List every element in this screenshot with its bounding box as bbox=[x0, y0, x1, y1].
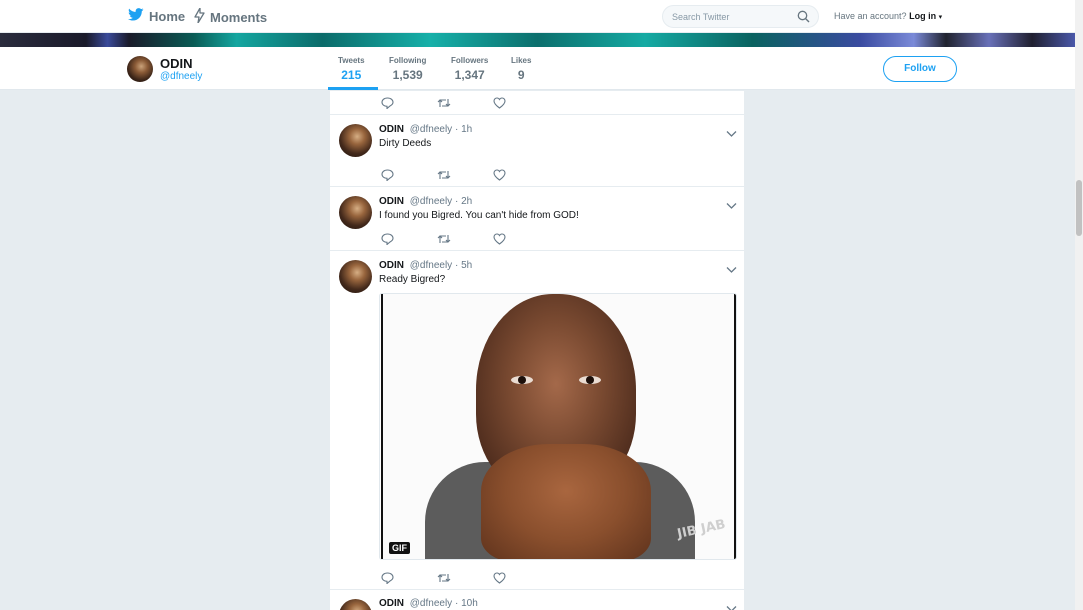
stat-label: Followers bbox=[451, 56, 489, 65]
tweet-timeline: ODIN @dfneely · 1h Dirty Deeds ODIN @dfn… bbox=[329, 91, 745, 610]
like-icon[interactable] bbox=[493, 232, 506, 250]
avatar[interactable] bbox=[339, 599, 372, 610]
login-label: Log in bbox=[909, 11, 937, 21]
gif-eye bbox=[511, 376, 533, 384]
reply-icon[interactable] bbox=[381, 96, 394, 114]
tweet-text: Dirty Deeds bbox=[379, 138, 432, 149]
stat-value: 215 bbox=[341, 68, 362, 82]
search-icon[interactable] bbox=[797, 10, 810, 25]
profile-handle[interactable]: @dfneely bbox=[160, 71, 202, 82]
stat-following[interactable]: Following 1,539 bbox=[389, 56, 426, 82]
tweet-actions bbox=[381, 232, 511, 246]
top-navigation: Home Moments Search Twitter Have an acco… bbox=[0, 0, 1075, 33]
tweet-author-handle[interactable]: @dfneely bbox=[410, 124, 452, 135]
stat-value: 9 bbox=[517, 68, 525, 82]
stat-value: 1,539 bbox=[392, 68, 423, 82]
nav-moments-label: Moments bbox=[210, 9, 268, 25]
stat-likes[interactable]: Likes 9 bbox=[511, 56, 531, 82]
tweet-author-handle[interactable]: @dfneely bbox=[410, 196, 452, 207]
stat-value: 1,347 bbox=[454, 68, 485, 82]
nav-home-label: Home bbox=[149, 8, 186, 24]
avatar[interactable] bbox=[339, 124, 372, 157]
retweet-icon[interactable] bbox=[437, 571, 451, 589]
tweet-author-handle[interactable]: @dfneely bbox=[410, 260, 452, 271]
search-placeholder: Search Twitter bbox=[672, 12, 730, 22]
nav-home[interactable]: Home bbox=[128, 8, 185, 24]
tweet-actions bbox=[381, 168, 511, 182]
retweet-icon[interactable] bbox=[437, 168, 451, 186]
chevron-down-icon[interactable] bbox=[726, 600, 737, 610]
profile-banner bbox=[0, 33, 1075, 47]
stat-label: Following bbox=[389, 56, 427, 65]
stat-tweets[interactable]: Tweets 215 bbox=[338, 56, 365, 82]
tweet-item[interactable]: ODIN @dfneely · 1h Dirty Deeds bbox=[330, 115, 744, 187]
retweet-icon[interactable] bbox=[437, 96, 451, 114]
profile-name[interactable]: ODIN bbox=[160, 56, 193, 71]
like-icon[interactable] bbox=[493, 571, 506, 589]
tweet-header: ODIN @dfneely · 1h bbox=[379, 124, 472, 135]
avatar[interactable] bbox=[339, 196, 372, 229]
tweet-actions bbox=[381, 571, 511, 585]
lightning-icon bbox=[194, 7, 205, 26]
login-link[interactable]: Log in ▾ bbox=[909, 11, 942, 21]
reply-icon[interactable] bbox=[381, 168, 394, 186]
tweet-item[interactable]: ODIN @dfneely · 10h bbox=[330, 590, 744, 610]
tweet-time[interactable]: · 5h bbox=[455, 260, 472, 271]
chevron-down-icon[interactable] bbox=[726, 125, 737, 143]
gif-media[interactable]: GIF JIB JAB bbox=[379, 293, 737, 560]
scrollbar[interactable] bbox=[1075, 0, 1083, 610]
tweet-time[interactable]: · 1h bbox=[455, 124, 472, 135]
gif-hands bbox=[481, 444, 651, 559]
account-prompt-text: Have an account? bbox=[834, 11, 907, 21]
avatar[interactable] bbox=[339, 260, 372, 293]
avatar[interactable] bbox=[127, 56, 153, 82]
chevron-down-icon[interactable] bbox=[726, 261, 737, 279]
like-icon[interactable] bbox=[493, 96, 506, 114]
retweet-icon[interactable] bbox=[437, 232, 451, 250]
search-input[interactable]: Search Twitter bbox=[662, 5, 819, 28]
gif-badge: GIF bbox=[389, 542, 410, 554]
tweet-author-name[interactable]: ODIN bbox=[379, 598, 404, 609]
gif-frame: GIF JIB JAB bbox=[381, 294, 736, 559]
tweet-item[interactable] bbox=[330, 91, 744, 115]
tweet-time[interactable]: · 2h bbox=[455, 196, 472, 207]
tweet-text: I found you Bigred. You can't hide from … bbox=[379, 210, 579, 221]
reply-icon[interactable] bbox=[381, 232, 394, 250]
tweet-actions bbox=[381, 96, 511, 110]
tweet-author-name[interactable]: ODIN bbox=[379, 196, 404, 207]
tweet-header: ODIN @dfneely · 10h bbox=[379, 598, 478, 609]
tweet-item[interactable]: ODIN @dfneely · 5h Ready Bigred? GIF JIB… bbox=[330, 251, 744, 590]
tweet-author-name[interactable]: ODIN bbox=[379, 124, 404, 135]
scrollbar-thumb[interactable] bbox=[1076, 180, 1082, 236]
tweet-author-name[interactable]: ODIN bbox=[379, 260, 404, 271]
tweet-header: ODIN @dfneely · 2h bbox=[379, 196, 472, 207]
tweet-time[interactable]: · 10h bbox=[455, 598, 478, 609]
follow-button[interactable]: Follow bbox=[883, 56, 957, 82]
like-icon[interactable] bbox=[493, 168, 506, 186]
account-prompt: Have an account? Log in ▾ bbox=[834, 11, 942, 21]
stat-label: Likes bbox=[511, 56, 532, 65]
chevron-down-icon[interactable] bbox=[726, 197, 737, 215]
tweet-header: ODIN @dfneely · 5h bbox=[379, 260, 472, 271]
stat-followers[interactable]: Followers 1,347 bbox=[451, 56, 488, 82]
tweet-text: Ready Bigred? bbox=[379, 274, 446, 285]
tweet-author-handle[interactable]: @dfneely bbox=[410, 598, 452, 609]
nav-moments[interactable]: Moments bbox=[194, 7, 268, 26]
twitter-bird-icon bbox=[128, 8, 144, 24]
caret-down-icon: ▾ bbox=[938, 14, 943, 21]
reply-icon[interactable] bbox=[381, 571, 394, 589]
profile-bar: ODIN @dfneely Tweets 215 Following 1,539… bbox=[0, 47, 1075, 90]
stat-label: Tweets bbox=[338, 56, 365, 65]
active-tab-indicator bbox=[328, 87, 378, 90]
gif-eye bbox=[579, 376, 601, 384]
tweet-item[interactable]: ODIN @dfneely · 2h I found you Bigred. Y… bbox=[330, 187, 744, 251]
